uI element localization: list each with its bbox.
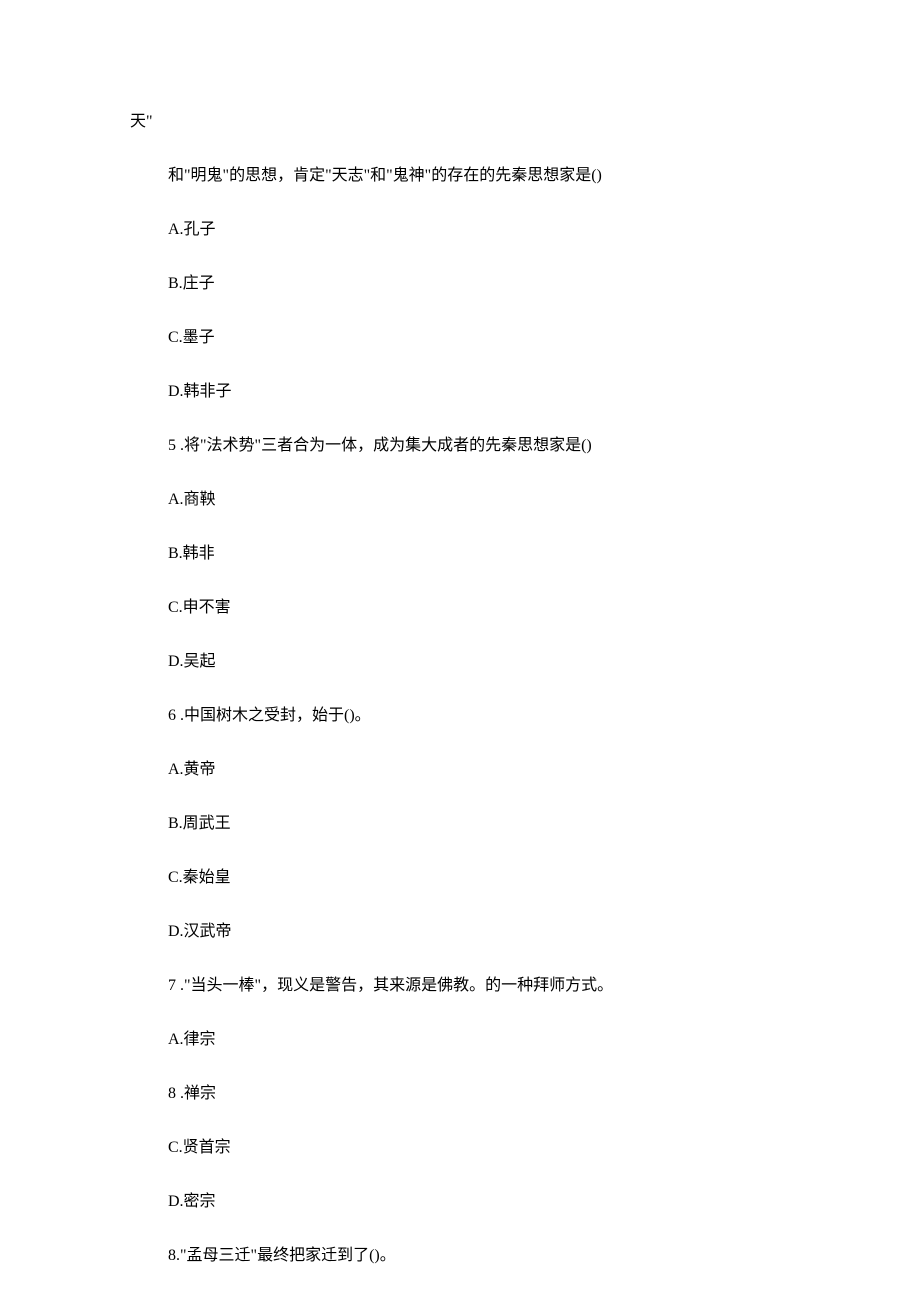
question-7-option-d: D.密宗 <box>130 1190 840 1214</box>
question-8-stem: 8."孟母三迁"最终把家迁到了()。 <box>130 1244 840 1268</box>
question-5-option-d: D.吴起 <box>130 650 840 674</box>
question-6-option-a: A.黄帝 <box>130 758 840 782</box>
question-7-option-a: A.律宗 <box>130 1028 840 1052</box>
question-6-stem: 6 .中国树木之受封，始于()。 <box>130 704 840 728</box>
question-6-option-d: D.汉武帝 <box>130 920 840 944</box>
question-5-stem: 5 .将"法术势"三者合为一体，成为集大成者的先秦思想家是() <box>130 434 840 458</box>
question-7-stem: 7 ."当头一棒"，现义是警告，其来源是佛教。的一种拜师方式。 <box>130 974 840 998</box>
question-4-continuation: 和"明鬼"的思想，肯定"天志"和"鬼神"的存在的先秦思想家是() <box>130 164 840 188</box>
question-4-option-c: C.墨子 <box>130 326 840 350</box>
question-6-option-c: C.秦始皇 <box>130 866 840 890</box>
question-7-option-c: C.贤首宗 <box>130 1136 840 1160</box>
question-4-option-b: B.庄子 <box>130 272 840 296</box>
question-6-option-b: B.周武王 <box>130 812 840 836</box>
question-7-option-b-mislabeled-8: 8 .禅宗 <box>130 1082 840 1106</box>
question-4-hanging-fragment: 天" <box>130 110 840 134</box>
question-5-option-c: C.申不害 <box>130 596 840 620</box>
question-5-option-b: B.韩非 <box>130 542 840 566</box>
question-4-option-d: D.韩非子 <box>130 380 840 404</box>
question-4-option-a: A.孔子 <box>130 218 840 242</box>
question-5-option-a: A.商鞅 <box>130 488 840 512</box>
